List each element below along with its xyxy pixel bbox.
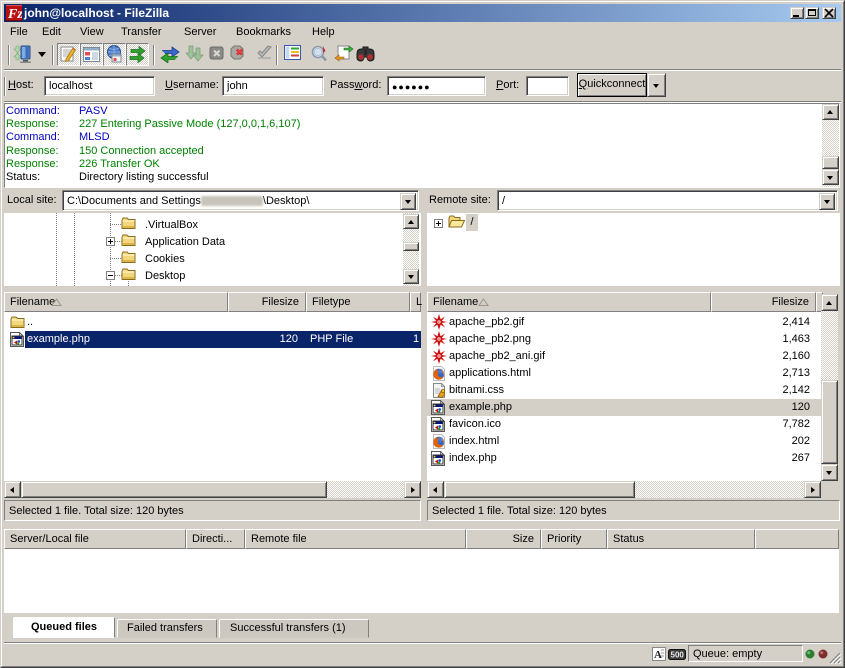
svg-text:Fz: Fz bbox=[7, 7, 22, 21]
svg-text:A: A bbox=[654, 649, 662, 661]
svg-text:500: 500 bbox=[671, 651, 685, 660]
